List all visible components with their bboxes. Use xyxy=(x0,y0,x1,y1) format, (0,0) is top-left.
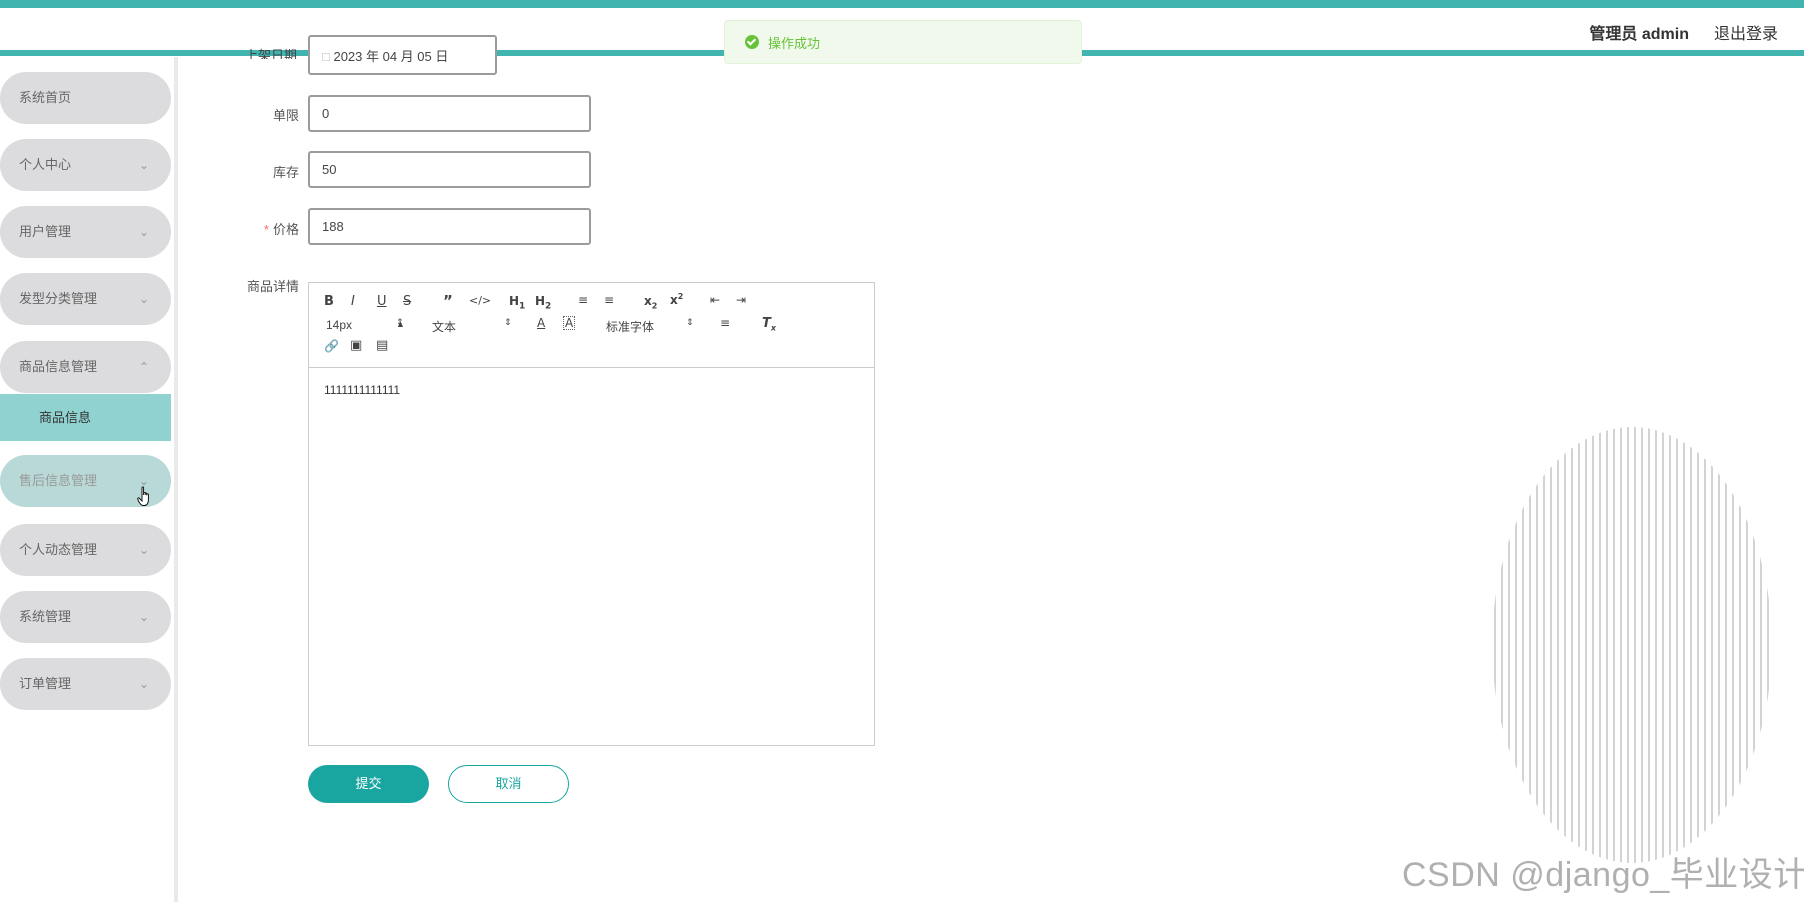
launch-date-picker[interactable]: □ 2023 年 04 月 05 日 xyxy=(308,35,497,75)
decorative-stripes xyxy=(1492,427,1772,863)
sidebar-item-label: 用户管理 xyxy=(19,224,72,239)
sidebar: 系统首页 个人中心 ⌄ 用户管理 ⌄ 发型分类管理 ⌄ 商品信息管理 ⌃ 商品信… xyxy=(0,57,178,902)
sidebar-item-personal-moments[interactable]: 个人动态管理 ⌄ xyxy=(0,524,171,576)
price-input[interactable]: 188 xyxy=(308,208,591,245)
stock-label: 库存 xyxy=(272,165,299,180)
sidebar-item-label: 发型分类管理 xyxy=(19,291,98,306)
underline-icon[interactable]: U xyxy=(377,294,387,309)
editor-content[interactable]: 1111111111111 xyxy=(324,383,400,397)
sidebar-item-personal-center[interactable]: 个人中心 ⌄ xyxy=(0,139,171,191)
video-icon[interactable]: ▤ xyxy=(376,338,388,353)
chevron-down-icon: ⌄ xyxy=(138,610,149,624)
blockquote-icon[interactable]: ” xyxy=(443,292,453,310)
limit-input[interactable]: 0 xyxy=(308,95,591,132)
detail-label: 商品详情 xyxy=(246,279,299,294)
chevron-down-icon: ⌄ xyxy=(138,225,149,239)
superscript-icon[interactable]: x2 xyxy=(670,292,683,307)
bold-icon[interactable]: B xyxy=(324,294,334,309)
sidebar-item-label: 系统管理 xyxy=(19,609,72,624)
editor-toolbar: B I U S ” </> H1 H2 ≡ ≡ x2 x2 ⇤ ⇥ 14px ▲… xyxy=(309,283,874,368)
strikethrough-icon[interactable]: S xyxy=(403,294,411,309)
subscript-icon[interactable]: x2 xyxy=(644,294,657,310)
sidebar-item-hairstyle-category[interactable]: 发型分类管理 ⌄ xyxy=(0,273,171,325)
background-color-icon[interactable]: A xyxy=(563,316,576,330)
rich-text-editor[interactable]: B I U S ” </> H1 H2 ≡ ≡ x2 x2 ⇤ ⇥ 14px ▲… xyxy=(308,282,875,746)
required-marker: * xyxy=(263,222,269,237)
sort-arrows-icon: ⇕ xyxy=(504,318,512,328)
bullet-list-icon[interactable]: ≡ xyxy=(604,293,614,307)
sidebar-item-label: 系统首页 xyxy=(19,90,72,105)
chevron-down-icon: ⌄ xyxy=(138,677,149,691)
check-circle-icon xyxy=(745,35,759,49)
sidebar-item-home[interactable]: 系统首页 xyxy=(0,72,171,124)
link-icon[interactable]: 🔗 xyxy=(324,339,339,353)
submit-button[interactable]: 提交 xyxy=(308,765,429,803)
watermark-text: CSDN @django_毕业设计 xyxy=(1402,856,1804,894)
toast-message: 操作成功 xyxy=(768,35,821,51)
sidebar-item-label: 商品信息管理 xyxy=(19,359,98,374)
font-size-select[interactable]: 14px ▲ xyxy=(326,318,406,332)
header-top-stripe xyxy=(0,0,1804,8)
code-block-icon[interactable]: </> xyxy=(469,294,491,307)
current-user-label: 管理员 admin xyxy=(1589,26,1689,43)
chevron-down-icon: ⌄ xyxy=(138,543,149,557)
font-color-icon[interactable]: A xyxy=(537,316,545,330)
outdent-icon[interactable]: ⇤ xyxy=(710,293,720,307)
launch-date-value: 2023 年 04 月 05 日 xyxy=(333,49,449,64)
success-toast: 操作成功 xyxy=(724,20,1082,64)
price-label: * 价格 xyxy=(200,219,299,238)
sidebar-item-label: 售后信息管理 xyxy=(19,473,98,488)
sidebar-item-product-management[interactable]: 商品信息管理 ⌃ xyxy=(0,341,171,393)
align-icon[interactable]: ≡ xyxy=(720,316,730,330)
price-label-text: 价格 xyxy=(272,222,299,237)
logout-link[interactable]: 退出登录 xyxy=(1714,20,1778,44)
sidebar-item-user-management[interactable]: 用户管理 ⌄ xyxy=(0,206,171,258)
font-size-value: 14px xyxy=(326,318,353,332)
cancel-button[interactable]: 取消 xyxy=(448,765,569,803)
image-icon[interactable]: ▣ xyxy=(350,338,362,353)
hand-pointer-icon xyxy=(137,486,149,506)
sidebar-item-order-management[interactable]: 订单管理 ⌄ xyxy=(0,658,171,710)
font-family-value: 标准字体 xyxy=(606,320,655,334)
ordered-list-icon[interactable]: ≡ xyxy=(578,293,588,307)
stock-input[interactable]: 50 xyxy=(308,151,591,188)
block-format-value: 文本 xyxy=(432,320,457,334)
heading1-icon[interactable]: H1 xyxy=(509,294,525,311)
indent-icon[interactable]: ⇥ xyxy=(736,293,746,307)
sidebar-item-label: 个人中心 xyxy=(19,157,72,172)
sidebar-item-system-management[interactable]: 系统管理 ⌄ xyxy=(0,591,171,643)
heading2-icon[interactable]: H2 xyxy=(535,294,551,311)
sidebar-item-label: 个人动态管理 xyxy=(19,542,98,557)
chevron-up-icon: ⌃ xyxy=(138,360,149,374)
sidebar-item-label: 订单管理 xyxy=(19,676,72,691)
launch-date-label: 上架日期 xyxy=(245,48,298,59)
sidebar-subitem-product-info[interactable]: 商品信息 xyxy=(0,394,171,441)
font-family-select[interactable]: 标准字体 xyxy=(606,318,691,335)
sort-arrows-icon: ⇕ xyxy=(396,318,404,328)
calendar-icon: □ xyxy=(322,49,334,64)
chevron-down-icon: ⌄ xyxy=(138,158,149,172)
chevron-down-icon: ⌄ xyxy=(138,292,149,306)
block-format-select[interactable]: 文本 xyxy=(432,318,512,335)
sort-arrows-icon: ⇕ xyxy=(686,318,694,328)
limit-label: 单限 xyxy=(272,108,299,123)
italic-icon[interactable]: I xyxy=(351,294,355,309)
clear-format-icon[interactable]: Tx xyxy=(762,316,776,333)
